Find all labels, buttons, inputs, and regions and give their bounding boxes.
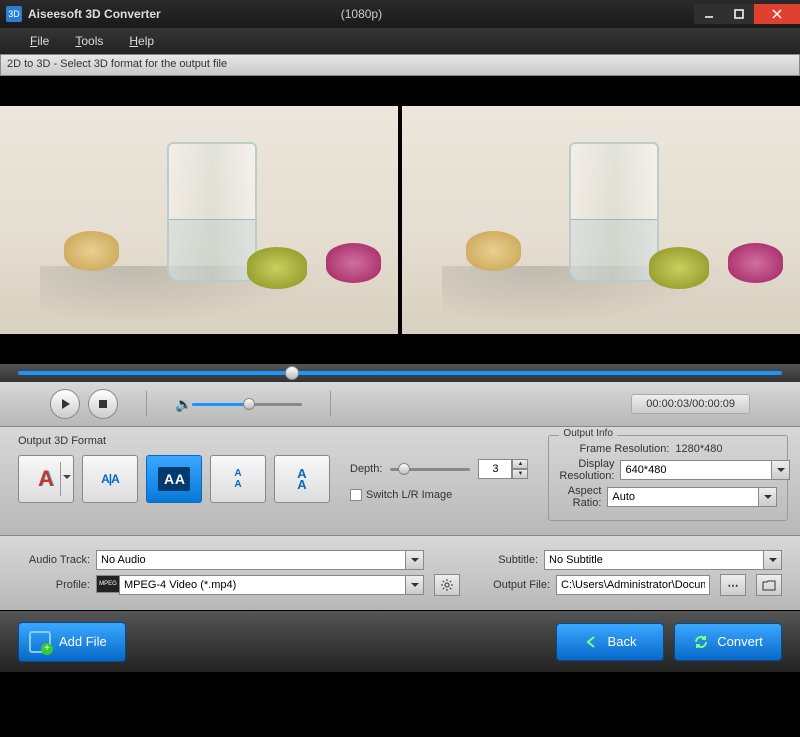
menu-help[interactable]: Help <box>129 34 154 48</box>
depth-up-button[interactable]: ▲ <box>512 459 528 469</box>
output-file-label: Output File: <box>482 579 550 591</box>
app-logo-icon: 3D <box>6 6 22 22</box>
preview-area <box>0 76 800 364</box>
volume-slider[interactable] <box>192 403 302 406</box>
switch-lr-checkbox[interactable]: Switch L/R Image <box>350 489 528 501</box>
profile-settings-button[interactable] <box>434 574 460 596</box>
title-bar: 3D Aiseesoft 3D Converter (1080p) <box>0 0 800 28</box>
playback-controls: 🔉 00:00:03/00:00:09 <box>0 382 800 426</box>
audio-track-select[interactable] <box>96 550 406 570</box>
output-info-legend: Output Info <box>559 428 616 439</box>
output-file-browse-button[interactable]: ⋯ <box>720 574 746 596</box>
depth-input[interactable] <box>478 459 512 479</box>
maximize-button[interactable] <box>724 4 754 24</box>
back-button[interactable]: Back <box>556 623 664 661</box>
audio-track-label: Audio Track: <box>18 554 90 566</box>
profile-codec-icon: MPEG <box>96 575 120 593</box>
settings-panel: Audio Track: Subtitle: Profile: MPEG Out… <box>0 535 800 610</box>
format-panel: Output 3D Format A A|A A A AA AA Depth: … <box>0 426 800 535</box>
menu-bar: File Tools Help <box>0 28 800 54</box>
output-file-open-button[interactable] <box>756 574 782 596</box>
output-file-input[interactable] <box>556 575 710 595</box>
preview-right <box>402 106 800 334</box>
play-button[interactable] <box>50 389 80 419</box>
app-title: Aiseesoft 3D Converter <box>28 7 161 21</box>
display-res-select[interactable] <box>620 460 772 480</box>
preview-left <box>0 106 398 334</box>
display-res-label: Display Resolution: <box>559 458 620 482</box>
depth-label: Depth: <box>350 463 382 475</box>
output-format-label: Output 3D Format <box>18 435 330 447</box>
info-bar: 2D to 3D - Select 3D format for the outp… <box>0 54 800 76</box>
aspect-label: Aspect Ratio: <box>559 485 607 509</box>
bottom-bar: Add File Back Convert <box>0 610 800 672</box>
subtitle-dropdown[interactable] <box>764 550 782 570</box>
convert-button[interactable]: Convert <box>674 623 782 661</box>
document-title: (1080p) <box>341 7 382 21</box>
aspect-select[interactable] <box>607 487 759 507</box>
format-tb-half[interactable]: AA <box>210 455 266 503</box>
format-anaglyph[interactable]: A <box>18 455 74 503</box>
seek-thumb[interactable] <box>285 366 299 380</box>
time-display: 00:00:03/00:00:09 <box>631 394 750 414</box>
display-res-dropdown[interactable] <box>772 460 790 480</box>
aspect-dropdown[interactable] <box>759 487 777 507</box>
format-tb-full[interactable]: AA <box>274 455 330 503</box>
profile-select[interactable] <box>119 575 406 595</box>
stop-button[interactable] <box>88 389 118 419</box>
close-button[interactable] <box>754 4 800 24</box>
chevron-down-icon <box>63 475 71 483</box>
profile-dropdown[interactable] <box>406 575 424 595</box>
seek-bar[interactable] <box>0 364 800 382</box>
depth-slider[interactable] <box>390 468 470 471</box>
audio-track-dropdown[interactable] <box>406 550 424 570</box>
menu-file[interactable]: File <box>30 34 49 48</box>
depth-down-button[interactable]: ▼ <box>512 469 528 479</box>
frame-res-value: 1280*480 <box>675 443 777 455</box>
subtitle-select[interactable] <box>544 550 764 570</box>
frame-res-label: Frame Resolution: <box>559 443 675 455</box>
menu-tools[interactable]: Tools <box>75 34 103 48</box>
subtitle-label: Subtitle: <box>478 554 538 566</box>
volume-icon[interactable]: 🔉 <box>175 396 192 413</box>
add-file-button[interactable]: Add File <box>18 622 126 662</box>
format-sbs-half[interactable]: A|A <box>82 455 138 503</box>
profile-label: Profile: <box>18 579 90 591</box>
add-file-icon <box>29 631 51 653</box>
minimize-button[interactable] <box>694 4 724 24</box>
output-info-box: Output Info Frame Resolution:1280*480 Di… <box>548 435 788 521</box>
format-sbs-full[interactable]: A A <box>146 455 202 503</box>
